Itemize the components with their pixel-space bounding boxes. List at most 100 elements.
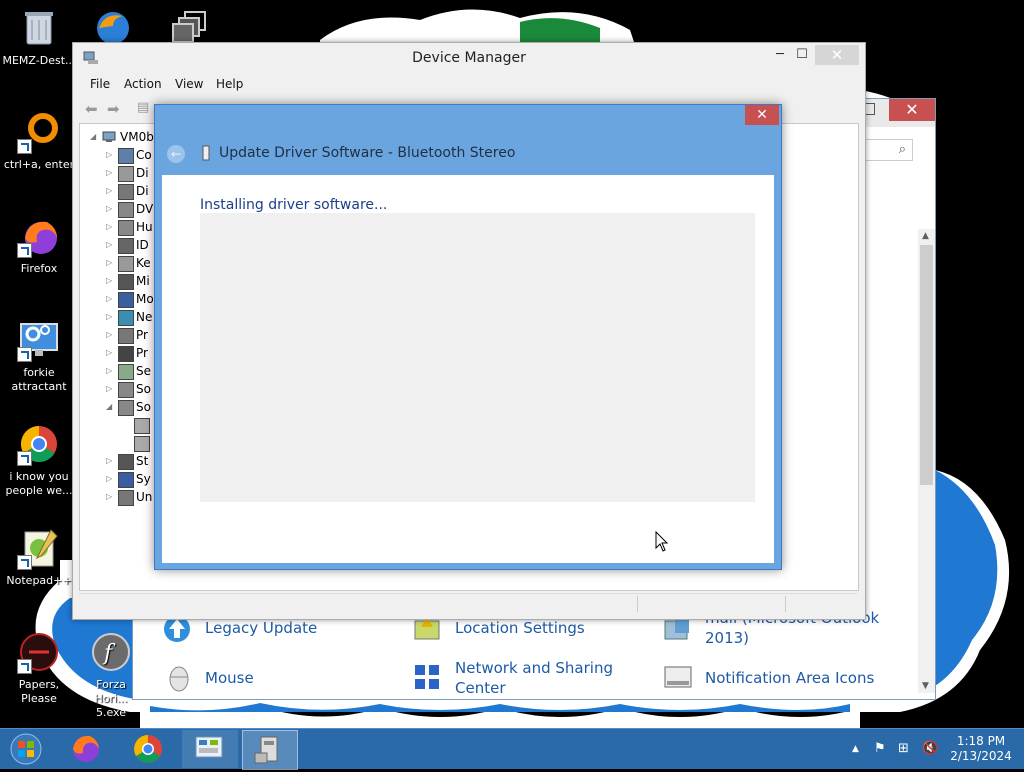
close-button[interactable]: ✕ — [745, 105, 779, 125]
expand-arrow-icon[interactable]: ▷ — [106, 236, 116, 254]
menu-bar: File Action View Help — [73, 73, 865, 95]
taskbar-chrome[interactable] — [122, 730, 174, 768]
tree-item-label: ID — [136, 238, 149, 252]
status-separator — [785, 596, 786, 612]
desktop-icon-forkie[interactable]: forkie attractant — [0, 318, 78, 394]
tree-item-label: So — [136, 400, 151, 414]
vertical-scrollbar[interactable]: ▲ ▼ — [918, 229, 935, 693]
tree-item-label: Ne — [136, 310, 153, 324]
desktop-icon-notepadpp[interactable]: Notepad++ — [0, 526, 78, 588]
back-button[interactable]: ← — [167, 145, 185, 163]
cp-item-mouse[interactable]: Mouse — [205, 668, 254, 688]
device-category-icon — [118, 238, 134, 254]
action-center-flag-icon[interactable]: ⚑ — [874, 741, 886, 756]
device-category-icon — [118, 382, 134, 398]
monitor-gear-icon — [17, 318, 61, 362]
tree-item-label: Mi — [136, 274, 150, 288]
dialog-body: Installing driver software... — [162, 175, 774, 563]
tree-item-label: Mo — [136, 292, 154, 306]
clock[interactable]: 1:18 PM 2/13/2024 — [944, 734, 1018, 764]
flash-icon: f — [89, 630, 133, 674]
expand-arrow-icon[interactable]: ▷ — [106, 182, 116, 200]
taskbar-device-manager[interactable] — [242, 730, 298, 770]
expand-arrow-icon[interactable]: ▷ — [106, 272, 116, 290]
device-category-icon — [134, 418, 150, 434]
show-hidden-icons-icon[interactable]: ▲ — [852, 744, 859, 754]
maximize-button[interactable]: ☐ — [787, 45, 817, 65]
close-button[interactable]: ✕ — [889, 99, 935, 121]
menu-action[interactable]: Action — [124, 77, 162, 91]
window-title: Device Manager — [412, 50, 526, 66]
desktop-icon-label: Notepad++ — [6, 574, 72, 587]
device-category-icon — [118, 364, 134, 380]
desktop-icon-chrome[interactable]: i know you people we... — [0, 422, 78, 498]
device-category-icon — [118, 490, 134, 506]
desktop-icon-firefox[interactable]: Firefox — [0, 214, 78, 276]
tree-item-label: Ke — [136, 256, 151, 270]
menu-help[interactable]: Help — [216, 77, 243, 91]
chrome-icon — [17, 422, 61, 466]
computer-icon — [102, 131, 116, 142]
close-button[interactable]: ✕ — [815, 45, 859, 65]
cp-item-notification-area[interactable]: Notification Area Icons — [705, 668, 874, 688]
install-status-text: Installing driver software... — [200, 197, 388, 213]
expand-arrow-icon[interactable]: ▷ — [106, 290, 116, 308]
menu-view[interactable]: View — [175, 77, 203, 91]
taskbar-firefox[interactable] — [60, 730, 112, 768]
expand-arrow-icon[interactable]: ▷ — [106, 254, 116, 272]
search-input[interactable]: ⌕ — [865, 139, 913, 161]
search-icon: ⌕ — [898, 142, 906, 157]
tree-item-label: Di — [136, 184, 149, 198]
papers-please-icon — [17, 630, 61, 674]
collapse-arrow-icon[interactable]: ◢ — [90, 128, 100, 146]
forward-arrow-icon[interactable]: ➡ — [107, 100, 120, 118]
tree-item-label: Un — [136, 490, 153, 504]
chrome-icon — [134, 735, 162, 763]
device-category-icon — [118, 148, 134, 164]
scroll-down-arrow-icon[interactable]: ▼ — [922, 681, 929, 691]
shortcut-arrow-icon — [17, 139, 32, 154]
collapse-arrow-icon[interactable]: ◢ — [106, 398, 116, 416]
start-button[interactable] — [6, 732, 46, 766]
expand-arrow-icon[interactable]: ▷ — [106, 488, 116, 506]
tree-item-label: St — [136, 454, 149, 468]
expand-arrow-icon[interactable]: ▷ — [106, 164, 116, 182]
expand-arrow-icon[interactable]: ▷ — [106, 380, 116, 398]
expand-arrow-icon[interactable]: ▷ — [106, 344, 116, 362]
menu-file[interactable]: File — [90, 77, 110, 91]
properties-icon[interactable]: ▤ — [137, 100, 149, 115]
cp-item-network-sharing[interactable]: Network and Sharing Center — [455, 658, 635, 698]
network-tray-icon[interactable]: ⊞ — [898, 741, 909, 756]
tree-item-label: Pr — [136, 328, 148, 342]
shortcut-arrow-icon — [17, 243, 32, 258]
device-manager-titlebar[interactable]: Device Manager ─ ☐ ✕ — [73, 43, 865, 73]
bluetooth-device-icon — [202, 145, 210, 161]
expand-arrow-icon[interactable]: ▷ — [106, 146, 116, 164]
desktop-icon-ctrl-a-enter[interactable]: ctrl+a, enter — [0, 110, 78, 172]
device-category-icon — [118, 166, 134, 182]
expand-arrow-icon[interactable]: ▷ — [106, 218, 116, 236]
device-category-icon — [118, 328, 134, 344]
taskbar-control-panel[interactable] — [182, 730, 238, 768]
desktop-icon-memz[interactable]: MEMZ-Dest... — [0, 6, 78, 68]
desktop-icon-label: i know you people we... — [5, 470, 73, 497]
expand-arrow-icon[interactable]: ▷ — [106, 452, 116, 470]
volume-muted-icon[interactable]: 🔇 — [922, 741, 938, 756]
scrollbar-thumb[interactable] — [920, 245, 933, 485]
device-category-icon — [118, 400, 134, 416]
dialog-title: Update Driver Software - Bluetooth Stere… — [219, 145, 516, 161]
expand-arrow-icon[interactable]: ▷ — [106, 362, 116, 380]
cp-item-legacy-update[interactable]: Legacy Update — [205, 618, 317, 638]
device-category-icon — [118, 220, 134, 236]
update-driver-dialog[interactable]: ✕ ← Update Driver Software - Bluetooth S… — [154, 104, 782, 570]
expand-arrow-icon[interactable]: ▷ — [106, 308, 116, 326]
expand-arrow-icon[interactable]: ▷ — [106, 326, 116, 344]
expand-arrow-icon[interactable]: ▷ — [106, 470, 116, 488]
expand-arrow-icon[interactable]: ▷ — [106, 200, 116, 218]
back-arrow-icon[interactable]: ⬅ — [85, 100, 98, 118]
cp-item-location-settings[interactable]: Location Settings — [455, 618, 585, 638]
mouse-cursor-icon — [655, 531, 669, 552]
desktop-icon-papers-please[interactable]: Papers, Please — [0, 630, 78, 706]
scroll-up-arrow-icon[interactable]: ▲ — [922, 231, 929, 241]
tree-item-label: DV — [136, 202, 154, 216]
